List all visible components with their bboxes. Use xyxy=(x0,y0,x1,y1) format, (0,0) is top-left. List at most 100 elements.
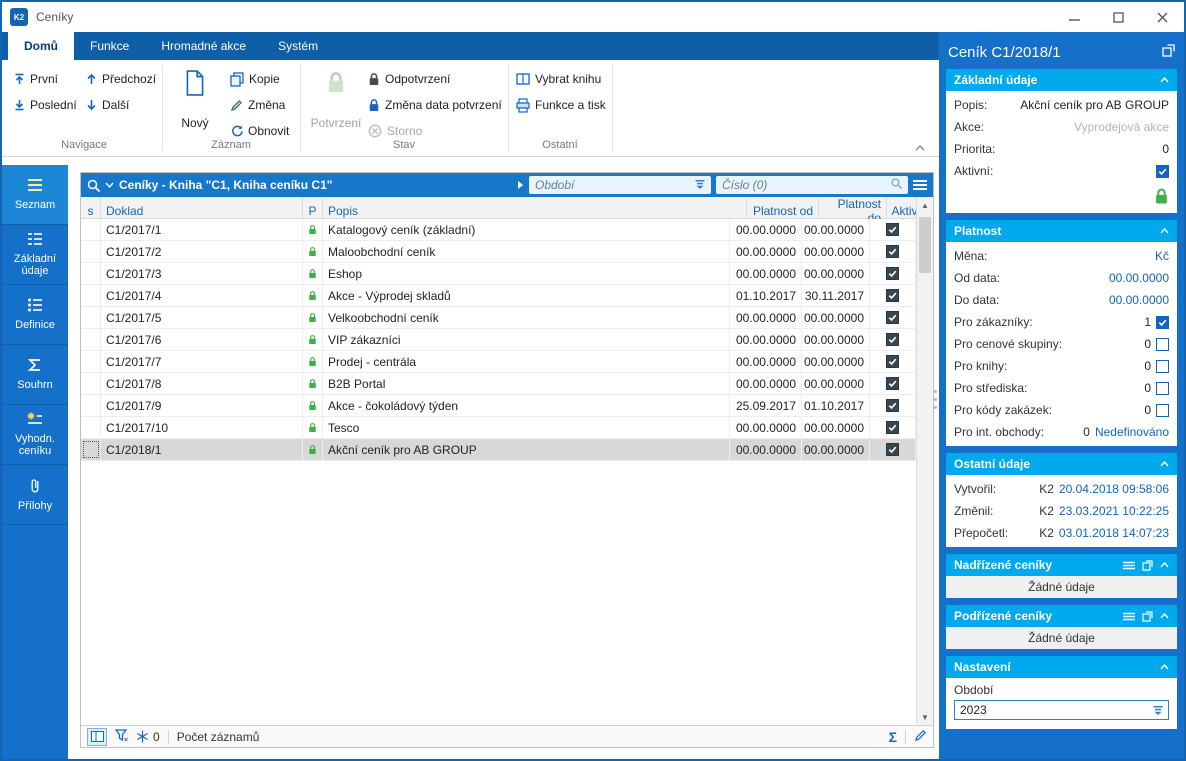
table-row[interactable]: C1/2017/4Akce - Výprodej skladů01.10.201… xyxy=(81,285,916,307)
filter-dropdown-icon[interactable] xyxy=(695,178,705,192)
pencil-icon xyxy=(914,729,927,742)
section-header-platnost[interactable]: Platnost xyxy=(946,220,1177,242)
tab-hromadne-akce[interactable]: Hromadné akce xyxy=(145,32,262,60)
section-header-podrizene[interactable]: Podřízené ceníky xyxy=(946,605,1177,627)
row-selector-cell[interactable] xyxy=(81,241,101,262)
layout-toggle-button[interactable] xyxy=(87,728,107,746)
checkbox[interactable] xyxy=(886,355,899,368)
open-window-icon[interactable] xyxy=(1142,611,1153,622)
next-button[interactable]: Další xyxy=(86,96,129,114)
unconfirm-button[interactable]: Odpotvrzení xyxy=(368,70,450,88)
table-row[interactable]: C1/2017/2Maloobchodní ceník00.00.000000.… xyxy=(81,241,916,263)
checkbox[interactable] xyxy=(886,399,899,412)
search-field-icon[interactable] xyxy=(891,178,902,192)
table-row[interactable]: C1/2017/5Velkoobchodní ceník00.00.000000… xyxy=(81,307,916,329)
change-confirm-date-button[interactable]: Změna data potvrzení xyxy=(368,96,502,114)
checkbox[interactable] xyxy=(886,421,899,434)
search-icon[interactable] xyxy=(87,179,100,192)
checkbox[interactable] xyxy=(886,377,899,390)
confirm-button[interactable]: Potvrzení xyxy=(308,68,364,132)
cancel-button[interactable]: Storno xyxy=(368,122,422,140)
functions-print-button[interactable]: Funkce a tisk xyxy=(516,96,606,114)
open-window-icon[interactable] xyxy=(1142,560,1153,571)
row-selector-cell[interactable] xyxy=(81,395,101,416)
sum-button[interactable]: Σ xyxy=(889,729,897,745)
tab-funkce[interactable]: Funkce xyxy=(74,32,145,60)
first-button[interactable]: První xyxy=(14,70,58,88)
row-selector-cell[interactable] xyxy=(81,373,101,394)
list-icon[interactable] xyxy=(1123,612,1135,621)
section-header-nadrizene[interactable]: Nadřízené ceníky xyxy=(946,554,1177,576)
filter-button[interactable] xyxy=(115,729,128,745)
checkbox[interactable] xyxy=(1156,360,1169,373)
checkbox[interactable] xyxy=(1156,165,1169,178)
open-in-window-button[interactable] xyxy=(1162,44,1175,61)
list-icon[interactable] xyxy=(1123,561,1135,570)
change-button[interactable]: Změna xyxy=(230,96,285,114)
row-selector-cell[interactable] xyxy=(81,285,101,306)
checkbox[interactable] xyxy=(886,245,899,258)
last-button[interactable]: Poslední xyxy=(14,96,77,114)
maximize-button[interactable] xyxy=(1096,2,1140,32)
table-row[interactable]: C1/2017/7Prodej - centrála00.00.000000.0… xyxy=(81,351,916,373)
select-book-button[interactable]: Vybrat knihu xyxy=(516,70,601,88)
splitter-handle[interactable] xyxy=(932,390,938,409)
scroll-down-icon[interactable]: ▼ xyxy=(917,709,933,725)
table-row[interactable]: C1/2017/9Akce - čokoládový týden25.09.20… xyxy=(81,395,916,417)
tab-system[interactable]: Systém xyxy=(262,32,334,60)
row-selector-cell[interactable] xyxy=(81,417,101,438)
field-link[interactable]: Nedefinováno xyxy=(1095,425,1169,439)
section-header-zakladni[interactable]: Základní údaje xyxy=(946,69,1177,91)
previous-button[interactable]: Předchozí xyxy=(86,70,156,88)
refresh-button[interactable]: Obnovit xyxy=(230,122,289,140)
cell-platnost-do: 00.00.0000 xyxy=(802,373,870,394)
new-button[interactable]: Nový xyxy=(170,68,220,132)
sidebar-item-zakladni-udaje[interactable]: Základní údaje xyxy=(2,225,68,285)
sidebar-item-seznam[interactable]: Seznam xyxy=(2,165,68,225)
row-selector-cell[interactable] xyxy=(81,307,101,328)
play-icon[interactable] xyxy=(517,180,524,190)
menu-icon[interactable] xyxy=(913,178,927,192)
table-row[interactable]: C1/2017/6VIP zákazníci00.00.000000.00.00… xyxy=(81,329,916,351)
table-row[interactable]: C1/2017/10Tesco00.00.000000.00.0000 xyxy=(81,417,916,439)
checkbox[interactable] xyxy=(886,223,899,236)
checkbox[interactable] xyxy=(1156,404,1169,417)
checkbox[interactable] xyxy=(1156,382,1169,395)
ribbon-collapse-button[interactable] xyxy=(915,140,925,154)
table-row[interactable]: C1/2018/1Akční ceník pro AB GROUP00.00.0… xyxy=(81,439,916,461)
checkbox[interactable] xyxy=(1156,316,1169,329)
checkbox[interactable] xyxy=(886,311,899,324)
copy-button[interactable]: Kopie xyxy=(230,70,280,88)
section-header-ostatni[interactable]: Ostatní údaje xyxy=(946,453,1177,475)
vertical-scrollbar[interactable]: ▲ ▼ xyxy=(916,197,933,725)
section-header-nastaveni[interactable]: Nastavení xyxy=(946,656,1177,678)
minimize-button[interactable] xyxy=(1052,2,1096,32)
sidebar-item-prilohy[interactable]: Přílohy xyxy=(2,465,68,525)
row-selector-cell[interactable] xyxy=(81,439,101,460)
freeze-button[interactable]: 0 xyxy=(136,730,160,744)
row-selector-cell[interactable] xyxy=(81,263,101,284)
row-selector-cell[interactable] xyxy=(81,329,101,350)
checkbox[interactable] xyxy=(886,289,899,302)
checkbox[interactable] xyxy=(886,443,899,456)
sidebar-item-vyhodn-ceniku[interactable]: Vyhodn. ceníku xyxy=(2,405,68,465)
checkbox[interactable] xyxy=(886,333,899,346)
table-row[interactable]: C1/2017/1Katalogový ceník (základní)00.0… xyxy=(81,219,916,241)
checkbox[interactable] xyxy=(886,267,899,280)
chevron-down-icon[interactable] xyxy=(105,182,114,188)
table-row[interactable]: C1/2017/3Eshop00.00.000000.00.0000 xyxy=(81,263,916,285)
tab-domu[interactable]: Domů xyxy=(8,32,74,60)
table-row[interactable]: C1/2017/8B2B Portal00.00.000000.00.0000 xyxy=(81,373,916,395)
checkbox[interactable] xyxy=(1156,338,1169,351)
period-filter-input[interactable]: Období xyxy=(529,176,711,194)
scroll-up-icon[interactable]: ▲ xyxy=(917,197,933,213)
sidebar-item-souhrn[interactable]: Souhrn xyxy=(2,345,68,405)
edit-button[interactable] xyxy=(914,729,927,745)
row-selector-cell[interactable] xyxy=(81,219,101,240)
scrollbar-thumb[interactable] xyxy=(919,217,931,273)
number-search-input[interactable]: Číslo (0) xyxy=(716,176,908,194)
period-select[interactable]: 2023 xyxy=(954,700,1169,720)
row-selector-cell[interactable] xyxy=(81,351,101,372)
sidebar-item-definice[interactable]: Definice xyxy=(2,285,68,345)
close-button[interactable] xyxy=(1140,2,1184,32)
